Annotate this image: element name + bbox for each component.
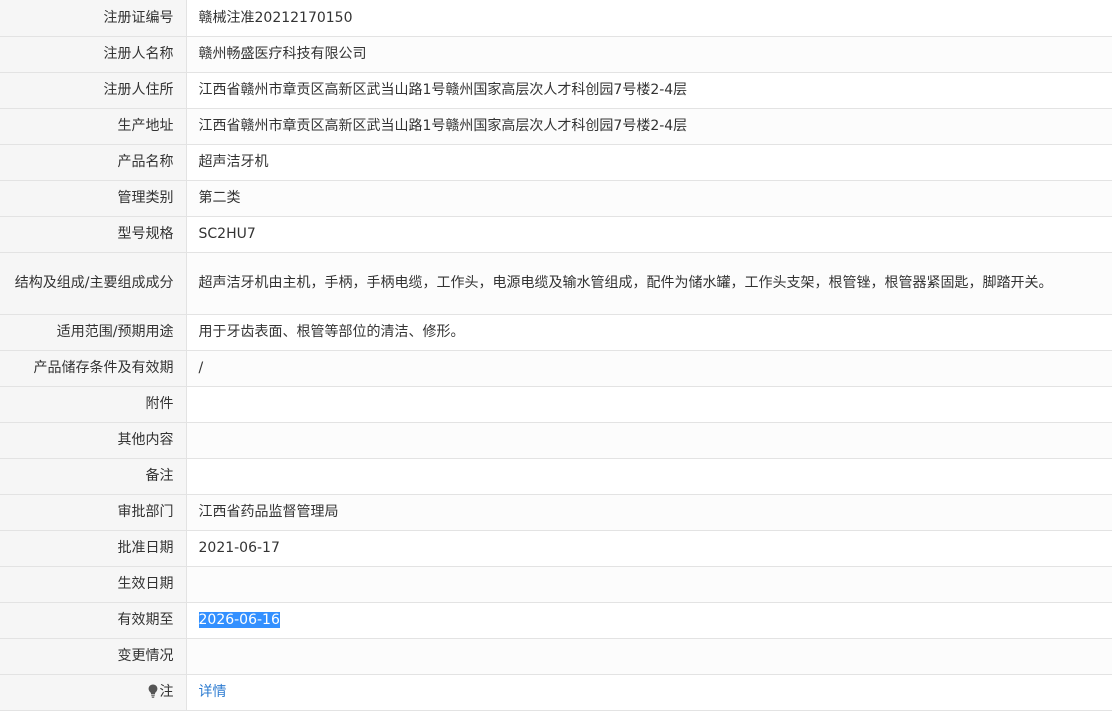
row-storage-validity: 产品储存条件及有效期 / [0,349,1112,387]
row-other-content: 其他内容 [0,421,1112,459]
row-management-category: 管理类别 第二类 [0,179,1112,217]
label-product-name: 产品名称 [0,143,187,181]
details-link[interactable]: 详情 [199,684,227,700]
value-attachments [186,385,1112,423]
value-management-category: 第二类 [186,179,1112,217]
label-structure-composition-text: 结构及组成/主要组成成分 [14,275,174,291]
value-product-name: 超声洁牙机 [186,143,1112,181]
row-valid-until: 有效期至 2026-06-16 [0,601,1112,639]
label-storage-validity: 产品储存条件及有效期 [0,349,187,387]
label-registrant-address: 注册人住所 [0,71,187,109]
row-production-address: 生产地址 江西省赣州市章贡区高新区武当山路1号赣州国家高层次人才科创园7号楼2-… [0,107,1112,145]
row-change-history: 变更情况 [0,637,1112,675]
value-structure-composition: 超声洁牙机由主机，手柄，手柄电缆，工作头，电源电缆及输水管组成，配件为储水罐，工… [186,251,1112,315]
label-change-history: 变更情况 [0,637,187,675]
label-attachments: 附件 [0,385,187,423]
label-approval-department: 审批部门 [0,493,187,531]
registration-detail-table: 注册证编号 赣械注准20212170150 注册人名称 赣州畅盛医疗科技有限公司… [0,0,1112,711]
label-model-spec: 型号规格 [0,215,187,253]
value-registration-number: 赣械注准20212170150 [186,0,1112,37]
label-other-content: 其他内容 [0,421,187,459]
label-structure-composition: 结构及组成/主要组成成分 [0,251,187,315]
label-registrant-name: 注册人名称 [0,35,187,73]
row-effective-date: 生效日期 [0,565,1112,603]
value-change-history [186,637,1112,675]
row-registration-number: 注册证编号 赣械注准20212170150 [0,0,1112,37]
value-storage-validity: / [186,349,1112,387]
value-approval-date: 2021-06-17 [186,529,1112,567]
label-management-category: 管理类别 [0,179,187,217]
value-production-address: 江西省赣州市章贡区高新区武当山路1号赣州国家高层次人才科创园7号楼2-4层 [186,107,1112,145]
label-intended-use: 适用范围/预期用途 [0,313,187,351]
row-registrant-address: 注册人住所 江西省赣州市章贡区高新区武当山路1号赣州国家高层次人才科创园7号楼2… [0,71,1112,109]
row-model-spec: 型号规格 SC2HU7 [0,215,1112,253]
value-registrant-address: 江西省赣州市章贡区高新区武当山路1号赣州国家高层次人才科创园7号楼2-4层 [186,71,1112,109]
value-other-content [186,421,1112,459]
value-effective-date [186,565,1112,603]
lightbulb-icon [148,684,157,698]
value-approval-department: 江西省药品监督管理局 [186,493,1112,531]
value-remarks [186,457,1112,495]
label-note: 注 [0,673,187,711]
row-product-name: 产品名称 超声洁牙机 [0,143,1112,181]
row-approval-date: 批准日期 2021-06-17 [0,529,1112,567]
value-model-spec: SC2HU7 [186,215,1112,253]
label-production-address: 生产地址 [0,107,187,145]
value-registrant-name: 赣州畅盛医疗科技有限公司 [186,35,1112,73]
label-registration-number: 注册证编号 [0,0,187,37]
row-registrant-name: 注册人名称 赣州畅盛医疗科技有限公司 [0,35,1112,73]
value-valid-until-cell: 2026-06-16 [186,601,1112,639]
row-note: 注 详情 [0,673,1112,711]
value-note-cell: 详情 [186,673,1112,711]
note-label: 注 [159,684,174,700]
value-intended-use: 用于牙齿表面、根管等部位的清洁、修形。 [186,313,1112,351]
row-intended-use: 适用范围/预期用途 用于牙齿表面、根管等部位的清洁、修形。 [0,313,1112,351]
row-structure-composition: 结构及组成/主要组成成分 超声洁牙机由主机，手柄，手柄电缆，工作头，电源电缆及输… [0,251,1112,315]
label-approval-date: 批准日期 [0,529,187,567]
label-remarks: 备注 [0,457,187,495]
label-effective-date: 生效日期 [0,565,187,603]
label-valid-until: 有效期至 [0,601,187,639]
value-valid-until[interactable]: 2026-06-16 [198,612,280,628]
row-approval-department: 审批部门 江西省药品监督管理局 [0,493,1112,531]
row-remarks: 备注 [0,457,1112,495]
row-attachments: 附件 [0,385,1112,423]
